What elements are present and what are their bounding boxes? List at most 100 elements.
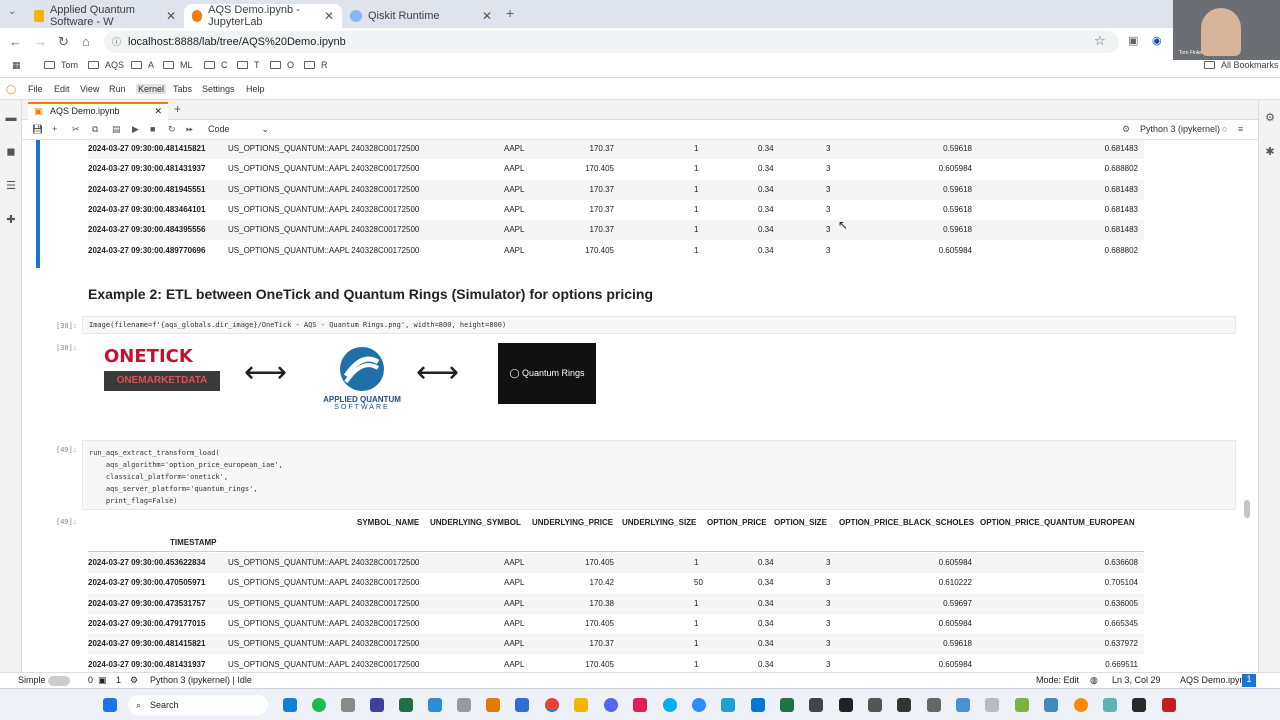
app-icon[interactable]	[1074, 698, 1088, 712]
app-icon[interactable]	[839, 698, 853, 712]
property-inspector-icon[interactable]: ⚙	[1264, 112, 1276, 124]
all-bookmarks[interactable]: All Bookmarks	[1204, 60, 1279, 70]
browser-tab-qiskit[interactable]: Qiskit Runtime ✕	[342, 4, 500, 28]
simple-mode-toggle[interactable]	[48, 676, 70, 686]
toc-icon[interactable]: ☰	[5, 180, 17, 192]
run-icon[interactable]: ▶	[132, 124, 139, 135]
reload-icon[interactable]: ↻	[58, 34, 69, 50]
tab-list-icon[interactable]: ⌄	[8, 6, 16, 17]
url-field[interactable]: ⓘ localhost:8888/lab/tree/AQS%20Demo.ipy…	[104, 31, 1119, 53]
copy-icon[interactable]: ⧉	[92, 124, 98, 135]
restart-icon[interactable]: ↻	[168, 124, 176, 135]
table-cell: 170.37	[589, 204, 614, 214]
app-icon[interactable]	[428, 698, 442, 712]
site-info-icon[interactable]: ⓘ	[112, 31, 121, 53]
menu-kernel[interactable]: Kernel	[136, 84, 167, 94]
app-icon[interactable]	[956, 698, 970, 712]
menu-file[interactable]: File	[28, 84, 43, 94]
new-launcher-icon[interactable]: +	[174, 102, 181, 116]
app-icon[interactable]	[515, 698, 529, 712]
close-icon[interactable]: ✕	[324, 9, 334, 23]
debugger-icon[interactable]: ✱	[1264, 146, 1276, 158]
new-tab-icon[interactable]: +	[506, 5, 514, 21]
app-icon[interactable]	[1162, 698, 1176, 712]
app-icon[interactable]	[868, 698, 882, 712]
bookmark-c[interactable]: C	[204, 60, 228, 70]
apps-grid-icon[interactable]: ▦	[12, 60, 21, 71]
extensions-icon[interactable]: ✚	[5, 214, 17, 226]
scrollbar-thumb[interactable]	[1244, 500, 1250, 518]
table-cell: 0.669511	[1105, 659, 1138, 669]
menu-view[interactable]: View	[80, 84, 99, 94]
slack-icon[interactable]	[633, 698, 647, 712]
browser-tab-jupyter[interactable]: AQS Demo.ipynb - JupyterLab ✕	[184, 4, 342, 28]
app-icon[interactable]	[283, 698, 297, 712]
cut-icon[interactable]: ✂	[72, 124, 80, 135]
forward-icon[interactable]: →	[34, 34, 47, 49]
menu-help[interactable]: Help	[246, 84, 265, 94]
notebook-tab[interactable]: ▣ AQS Demo.ipynb ✕	[28, 102, 168, 120]
stop-icon[interactable]: ■	[150, 124, 155, 134]
app-icon[interactable]	[1044, 698, 1058, 712]
app-icon[interactable]	[1015, 698, 1029, 712]
app-icon[interactable]	[1132, 698, 1146, 712]
bookmark-o[interactable]: O	[270, 60, 294, 70]
cell-type-select[interactable]: Code ⌄	[208, 124, 269, 135]
spotify-icon[interactable]	[312, 698, 326, 712]
code-cell-49[interactable]: run_aqs_extract_transform_load( aqs_algo…	[82, 440, 1236, 510]
chrome-icon[interactable]	[545, 698, 559, 712]
table-cell: 0.59618	[943, 639, 972, 649]
menu-icon[interactable]: ≡	[1238, 124, 1243, 134]
extensions-icon[interactable]: ▣	[1128, 34, 1138, 47]
settings-gear-icon[interactable]: ⚙	[1122, 124, 1130, 135]
bookmark-aqs[interactable]: AQS	[88, 60, 124, 70]
profile-icon[interactable]: ◉	[1152, 34, 1162, 47]
home-icon[interactable]: ⌂	[82, 34, 90, 49]
file-browser-icon[interactable]: ▬	[5, 112, 17, 124]
run-all-icon[interactable]: ⏩︎	[186, 124, 193, 135]
table-cell: 0.681483	[1104, 184, 1138, 194]
bookmark-t[interactable]: T	[237, 60, 260, 70]
app-icon[interactable]	[780, 698, 794, 712]
file-explorer-icon[interactable]	[574, 698, 588, 712]
close-icon[interactable]: ✕	[154, 104, 162, 119]
excel-icon[interactable]	[399, 698, 413, 712]
kernel-name[interactable]: Python 3 (ipykernel)	[1140, 124, 1220, 134]
browser-tab-aqs[interactable]: Applied Quantum Software - W ✕	[26, 4, 184, 28]
zoom-icon[interactable]	[692, 698, 706, 712]
app-icon[interactable]	[486, 698, 500, 712]
discord-icon[interactable]	[604, 698, 618, 712]
menu-tabs[interactable]: Tabs	[173, 84, 192, 94]
terminal-icon[interactable]	[897, 698, 911, 712]
app-icon[interactable]	[985, 698, 999, 712]
bookmark-tom[interactable]: Tom	[44, 60, 78, 70]
app-icon[interactable]	[1103, 698, 1117, 712]
close-icon[interactable]: ✕	[482, 9, 492, 23]
running-kernels-icon[interactable]: ◼	[5, 146, 17, 158]
app-icon[interactable]	[809, 698, 823, 712]
menu-edit[interactable]: Edit	[54, 84, 70, 94]
back-icon[interactable]: ←	[9, 34, 22, 49]
calculator-icon[interactable]	[341, 698, 355, 712]
app-icon[interactable]	[927, 698, 941, 712]
menu-settings[interactable]: Settings	[202, 84, 235, 94]
bookmark-r[interactable]: R	[304, 60, 328, 70]
app-icon[interactable]	[370, 698, 384, 712]
save-icon[interactable]: 💾︎	[32, 124, 43, 135]
windows-start-icon[interactable]	[103, 698, 117, 712]
app-icon[interactable]	[457, 698, 471, 712]
menu-run[interactable]: Run	[109, 84, 126, 94]
folder-icon	[270, 61, 281, 69]
bookmark-ml[interactable]: ML	[163, 60, 193, 70]
vscode-icon[interactable]	[751, 698, 765, 712]
insert-cell-icon[interactable]: +	[52, 124, 57, 134]
close-icon[interactable]: ✕	[166, 9, 176, 23]
bookmark-a[interactable]: A	[131, 60, 154, 70]
telegram-icon[interactable]	[721, 698, 735, 712]
bookmark-star-icon[interactable]: ☆	[1094, 33, 1106, 49]
taskbar-search[interactable]: ⌕ Search	[128, 695, 268, 715]
paste-icon[interactable]: ▤	[112, 124, 121, 135]
table-cell: 170.37	[589, 184, 614, 194]
skype-icon[interactable]	[663, 698, 677, 712]
code-cell-30[interactable]: Image(filename=f'{aqs_globals.dir_image}…	[82, 316, 1236, 334]
